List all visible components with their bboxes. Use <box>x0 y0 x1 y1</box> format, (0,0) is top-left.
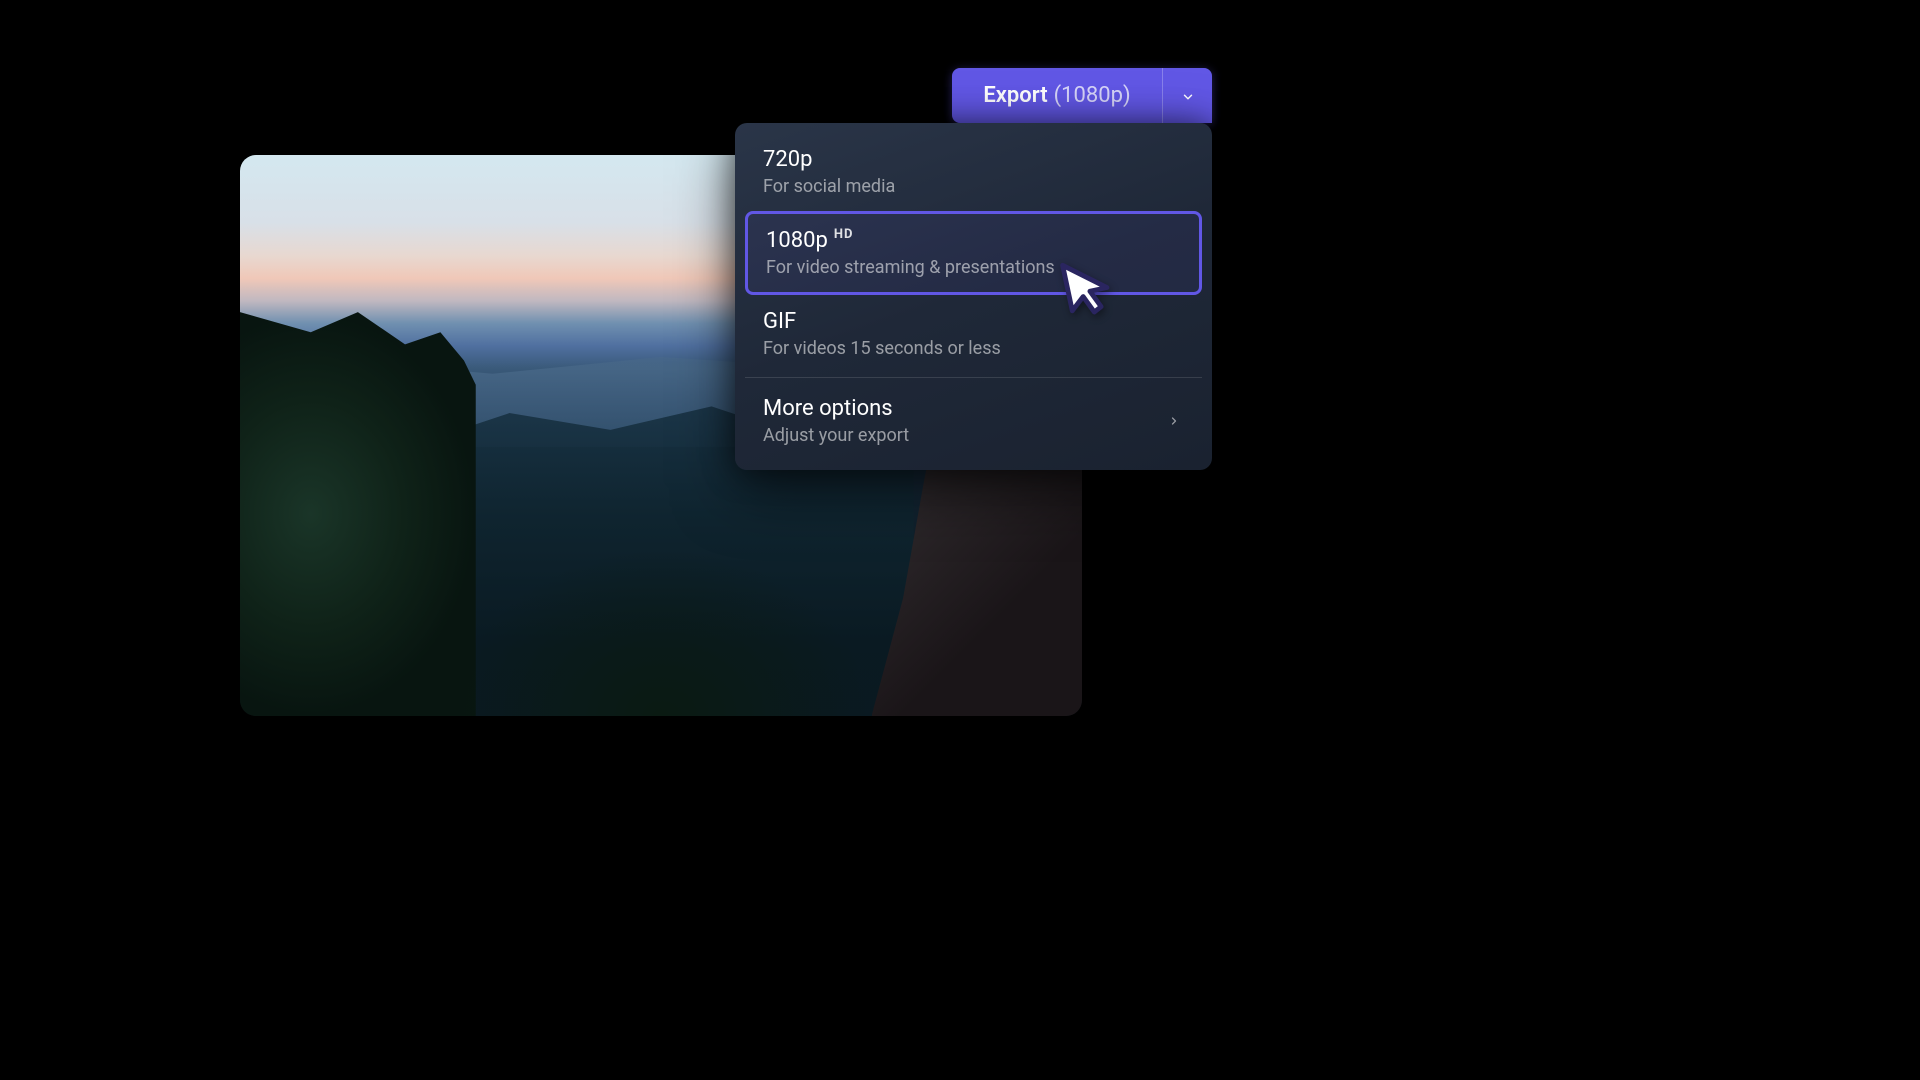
option-desc: For social media <box>763 176 1184 197</box>
option-desc: For videos 15 seconds or less <box>763 338 1184 359</box>
option-title: 1080p <box>766 228 828 253</box>
chevron-down-icon <box>1181 89 1195 103</box>
export-button[interactable]: Export (1080p) <box>952 68 1162 123</box>
export-resolution: (1080p) <box>1054 83 1131 108</box>
more-options-item[interactable]: More options Adjust your export <box>745 382 1202 460</box>
dropdown-divider <box>745 377 1202 378</box>
option-title: GIF <box>763 309 796 334</box>
export-button-group: Export (1080p) <box>952 68 1212 123</box>
export-quality-dropdown: 720p For social media 1080p HD For video… <box>735 123 1212 470</box>
more-title: More options <box>763 396 893 421</box>
quality-option-gif[interactable]: GIF For videos 15 seconds or less <box>745 295 1202 373</box>
option-title: 720p <box>763 147 812 172</box>
more-desc: Adjust your export <box>763 425 1168 446</box>
hd-badge: HD <box>834 227 854 242</box>
chevron-right-icon <box>1168 412 1180 430</box>
option-desc: For video streaming & presentations <box>766 257 1181 278</box>
quality-option-720p[interactable]: 720p For social media <box>745 133 1202 211</box>
quality-option-1080p[interactable]: 1080p HD For video streaming & presentat… <box>745 211 1202 295</box>
export-label: Export <box>983 83 1047 108</box>
export-dropdown-toggle[interactable] <box>1162 68 1212 123</box>
